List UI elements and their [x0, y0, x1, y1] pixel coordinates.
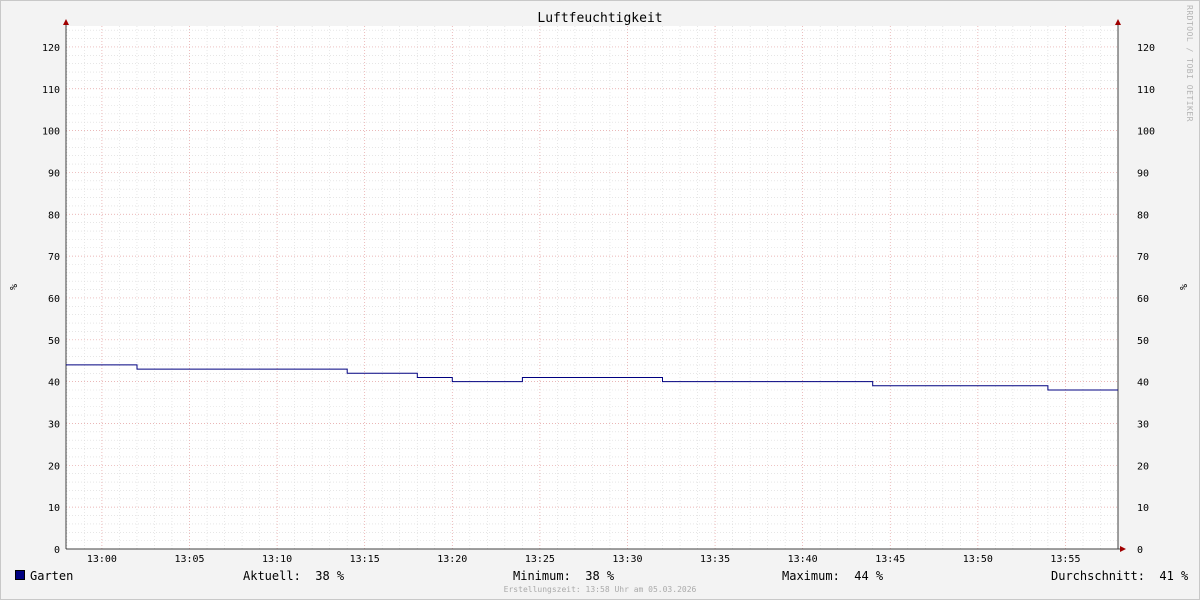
y-tick-label-left: 60 [48, 294, 60, 305]
y-tick-label-right: 120 [1137, 43, 1155, 54]
y-tick-label-right: 100 [1137, 127, 1155, 138]
legend-series-name: Garten [30, 569, 74, 583]
y-tick-label-right: 10 [1137, 503, 1149, 514]
y-tick-label-right: 20 [1137, 461, 1149, 472]
y-tick-label-right: 110 [1137, 85, 1155, 96]
y-tick-label-left: 30 [48, 419, 60, 430]
x-tick-label: 13:35 [700, 554, 730, 565]
x-tick-label: 13:45 [875, 554, 905, 565]
x-tick-label: 13:10 [262, 554, 292, 565]
y-tick-label-left: 0 [54, 545, 60, 556]
y-tick-label-right: 50 [1137, 336, 1149, 347]
y-tick-label-left: 110 [42, 85, 60, 96]
y-tick-label-left: 80 [48, 210, 60, 221]
y-tick-label-right: 60 [1137, 294, 1149, 305]
legend-durchschnitt: Durchschnitt: 41 % [1051, 569, 1189, 583]
x-tick-label: 13:20 [437, 554, 467, 565]
x-tick-labels: 13:00 13:05 13:10 13:15 13:20 13:25 13:30 13:35… [87, 554, 1081, 565]
x-tick-label: 13:15 [350, 554, 380, 565]
y-tick-labels-left: 0 10 20 30 40 50 60 70 80 90 100 110 120 [42, 43, 60, 556]
y-tick-label-left: 120 [42, 43, 60, 54]
y-tick-label-right: 90 [1137, 168, 1149, 179]
y-axis-label-left: % [7, 284, 18, 290]
legend-swatch-garten [15, 570, 25, 580]
x-tick-label: 13:55 [1050, 554, 1080, 565]
x-tick-label: 13:50 [963, 554, 993, 565]
legend-maximum: Maximum: 44 % [782, 569, 884, 583]
y-tick-label-right: 80 [1137, 210, 1149, 221]
x-tick-label: 13:40 [788, 554, 818, 565]
y-tick-label-right: 30 [1137, 419, 1149, 430]
y-tick-label-left: 100 [42, 127, 60, 138]
y-tick-label-left: 20 [48, 461, 60, 472]
y-tick-label-left: 10 [48, 503, 60, 514]
y-tick-label-right: 0 [1137, 545, 1143, 556]
y-tick-label-right: 40 [1137, 378, 1149, 389]
y-axis-label-right: % [1177, 284, 1188, 290]
x-axis-arrow-icon [1120, 546, 1126, 552]
y-tick-label-left: 90 [48, 168, 60, 179]
y-tick-labels-right: 0 10 20 30 40 50 60 70 80 90 100 110 120 [1137, 43, 1155, 556]
y-tick-label-left: 70 [48, 252, 60, 263]
y-tick-label-left: 50 [48, 336, 60, 347]
y-tick-label-right: 70 [1137, 252, 1149, 263]
x-tick-label: 13:30 [612, 554, 642, 565]
legend-minimum: Minimum: 38 % [513, 569, 615, 583]
x-tick-label: 13:25 [525, 554, 555, 565]
creation-time-footer: Erstellungszeit: 13:58 Uhr am 05.03.2026 [503, 585, 697, 594]
y-tick-label-left: 40 [48, 378, 60, 389]
chart-title: Luftfeuchtigkeit [537, 11, 663, 26]
x-tick-label: 13:05 [174, 554, 204, 565]
humidity-chart: 0 10 20 30 40 50 60 70 80 90 100 110 120 0 10 20 30 40 50… [7, 19, 1188, 565]
x-tick-label: 13:00 [87, 554, 117, 565]
rrdtool-watermark: RRDTOOL / TOBI OETIKER [1185, 5, 1194, 122]
legend-aktuell: Aktuell: 38 % [243, 569, 345, 583]
